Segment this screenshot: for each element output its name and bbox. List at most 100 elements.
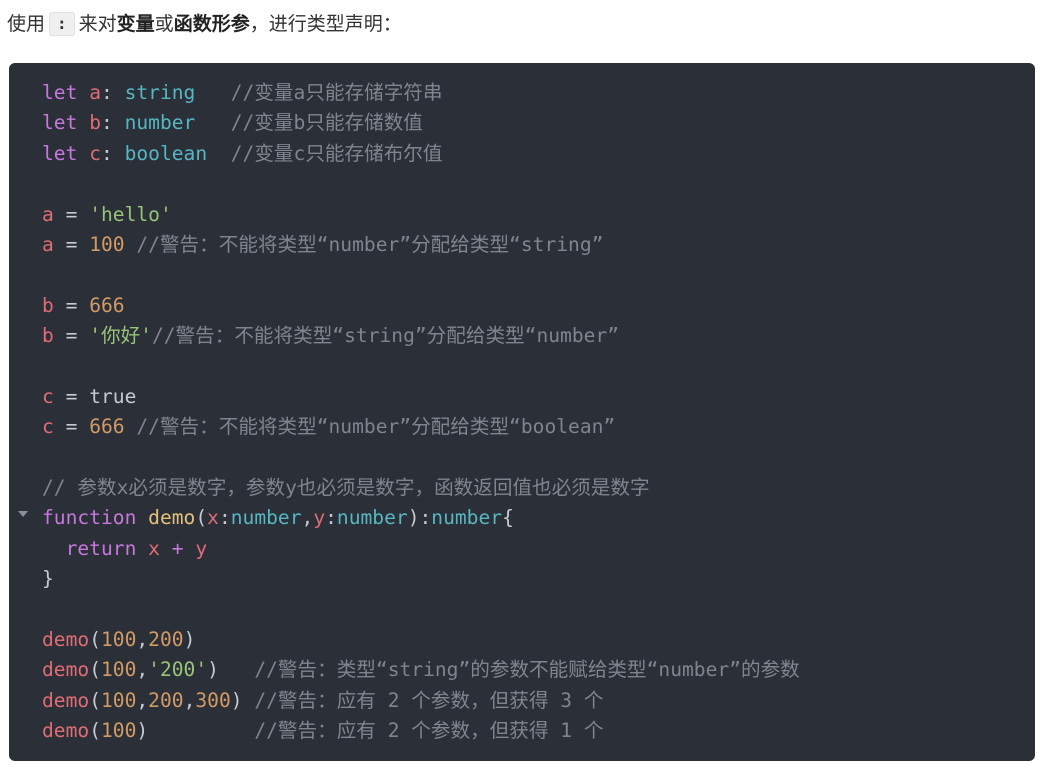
code-token-var: a (42, 202, 54, 226)
intro-middle: 来对 (78, 13, 117, 35)
code-token-cmt: //警告：不能将类型“string”分配给类型“number” (151, 324, 620, 348)
code-line: demo(100,200,300) //警告：应有 2 个参数，但获得 3 个 (42, 686, 800, 716)
code-line: function demo(x:number,y:number):number{ (42, 503, 800, 533)
code-token-kw: return (65, 536, 137, 560)
code-token-pun: , (136, 658, 149, 682)
code-token-pun: = (53, 293, 90, 317)
code-token-num: 100 (100, 658, 137, 682)
code-block[interactable]: let a: string //变量a只能存储字符串 let b: number … (9, 63, 1035, 761)
code-token-cmt: //警告：不能将类型“number”分配给类型“boolean” (136, 415, 616, 439)
code-token-pun: ) (207, 658, 255, 682)
code-token-pun: ( (89, 628, 101, 652)
code-token-pun: true (89, 384, 137, 408)
code-token-num: 100 (100, 628, 137, 652)
code-token-pun: ( (89, 688, 101, 712)
code-token-type: boolean (124, 141, 208, 165)
code-token-kw: + (171, 536, 184, 560)
code-line: demo(100,'200') //警告：类型“string”的参数不能赋给类型… (42, 655, 800, 685)
code-token-pun: ) (136, 719, 255, 743)
intro-or: 或 (154, 13, 174, 35)
intro-prefix: 使用 (7, 13, 46, 35)
code-token-var: demo (42, 688, 90, 712)
code-token-var: a (89, 81, 101, 104)
code-token-cmt: // 参数x必须是数字，参数y也必须是数字，函数返回值也必须是数字 (42, 476, 650, 500)
fold-arrow-icon[interactable] (18, 511, 28, 517)
code-token-pun: = (53, 324, 90, 348)
intro-suffix: ，进行类型声明： (249, 13, 402, 35)
code-token-fn: demo (148, 506, 196, 530)
code-token-num: 300 (195, 688, 231, 712)
code-token-kw: let (42, 81, 78, 104)
code-token-cmt: //警告：应有 2 个参数，但获得 1 个 (254, 719, 604, 743)
code-token-num: 100 (100, 688, 137, 712)
code-token-pun: ( (195, 506, 208, 530)
code-line: return x + y (42, 534, 800, 564)
code-line: let b: number //变量b只能存储数值 (42, 108, 800, 138)
code-token-num: 100 (100, 719, 137, 743)
code-token-num: 100 (89, 232, 125, 256)
code-token-type: number (431, 506, 503, 530)
code-line: c = true (42, 382, 800, 412)
code-token-pun (207, 142, 231, 165)
code-token-pun (160, 537, 172, 560)
code-line: a = 'hello' (42, 200, 800, 230)
code-token-num: 200 (148, 688, 184, 712)
code-token-cmt: //变量a只能存储字符串 (230, 81, 443, 104)
code-token-var: y (313, 506, 326, 530)
code-token-cmt: //警告：应有 2 个参数，但获得 3 个 (254, 688, 604, 712)
code-token-pun (136, 506, 148, 529)
code-token-cmt: //警告：类型“string”的参数不能赋给类型“number”的参数 (254, 658, 800, 682)
code-token-pun (42, 537, 66, 560)
code-token-kw: function (42, 506, 137, 530)
code-line: a = 100 //警告：不能将类型“number”分配给类型“string” (42, 230, 800, 260)
code-line: demo(100) //警告：应有 2 个参数，但获得 1 个 (42, 716, 800, 746)
code-token-type: number (230, 506, 302, 530)
code-token-var: x (148, 536, 160, 560)
code-token-var: x (207, 506, 219, 530)
code-token-str: '200' (148, 658, 208, 682)
inline-code-colon: : (49, 12, 75, 36)
code-token-pun: , (183, 688, 196, 712)
code-line: b = 666 (42, 291, 800, 321)
code-token-num: 200 (148, 628, 184, 652)
code-token-cmt: //变量b只能存储数值 (230, 111, 423, 135)
code-token-cmt: //警告：不能将类型“number”分配给类型“string” (136, 232, 604, 256)
code-token-kw: let (42, 141, 78, 165)
code-token-pun (184, 537, 196, 560)
code-token-pun: = (53, 384, 90, 408)
code-token-var: demo (42, 628, 90, 652)
code-token-str: 'hello' (89, 202, 172, 226)
code-token-pun: : (100, 141, 125, 165)
code-token-var: b (42, 324, 54, 348)
code-token-type: string (124, 81, 196, 104)
code-token-pun (195, 111, 230, 134)
code-token-pun: = (53, 202, 90, 226)
code-line: // 参数x必须是数字，参数y也必须是数字，函数返回值也必须是数字 (42, 473, 800, 503)
code-token-pun: , (301, 506, 314, 530)
code-token-pun: , (136, 688, 149, 712)
code-token-type: number (124, 111, 196, 135)
code-token-type: number (336, 506, 408, 530)
code-token-pun: : (100, 111, 125, 135)
intro-text: 使用: 来对变量或函数形参，进行类型声明： (7, 9, 402, 39)
code-line: b = '你好'//警告：不能将类型“string”分配给类型“number” (42, 321, 800, 351)
code-line: let a: string //变量a只能存储字符串 (42, 78, 800, 108)
code-token-var: c (42, 384, 54, 408)
code-token-pun: ( (89, 658, 101, 682)
code-token-var: demo (42, 658, 90, 682)
code-token-pun (136, 537, 148, 560)
code-line: c = 666 //警告：不能将类型“number”分配给类型“boolean” (42, 412, 800, 442)
code-token-pun (195, 81, 230, 104)
code-token-pun: : (325, 506, 337, 530)
code-token-pun: = (53, 415, 90, 439)
code-token-pun: = (53, 232, 90, 256)
code-token-kw: let (42, 111, 78, 135)
code-lines: let a: string //变量a只能存储字符串 let b: number … (42, 78, 800, 747)
code-token-str: '你好' (89, 324, 152, 348)
code-token-pun: ) (183, 628, 196, 652)
code-line: } (42, 564, 800, 594)
code-token-var: y (195, 536, 208, 560)
code-token-var: demo (42, 719, 90, 743)
